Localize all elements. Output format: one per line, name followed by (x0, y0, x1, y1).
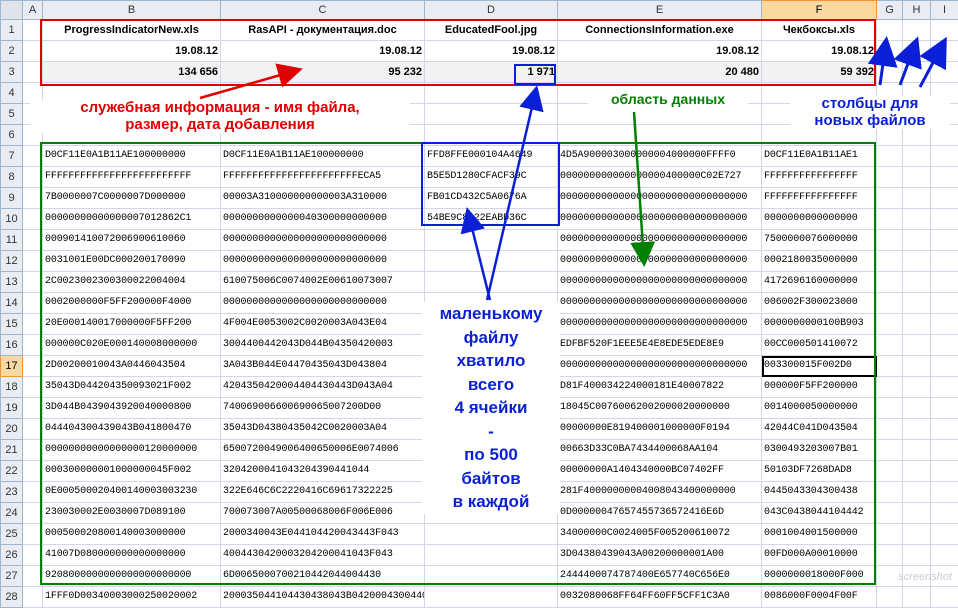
row-header[interactable]: 28 (1, 587, 23, 608)
cell[interactable]: 0032080068FF64FF60FF5CFF1C3A0 (558, 587, 762, 608)
cell[interactable] (23, 587, 43, 608)
cell[interactable] (903, 587, 931, 608)
blue-arrow-col-i (920, 42, 944, 87)
cell[interactable]: 0086000F0004F00F (762, 587, 877, 608)
service-info-label: служебная информация - имя файла, размер… (30, 100, 410, 133)
watermark: screenshot (898, 571, 952, 583)
blue-arrow-col-g (880, 42, 886, 85)
cell[interactable] (931, 587, 958, 608)
new-columns-label: столбцы для новых файлов (790, 96, 950, 129)
blue-arrow-col-h (900, 42, 916, 85)
cell[interactable]: 200035044104430438043B0420004300440 (221, 587, 425, 608)
red-arrow (200, 70, 298, 98)
table-row: 28 1FFF0D00340003000250020002200035044104… (1, 587, 958, 608)
blue-arrow-size (487, 90, 536, 300)
cell[interactable] (877, 587, 903, 608)
cell[interactable]: 1FFF0D00340003000250020002 (43, 587, 221, 608)
cell[interactable] (425, 587, 558, 608)
blue-arrow-cells (468, 212, 490, 300)
green-arrow (634, 112, 644, 262)
data-area-label: область данных (588, 92, 748, 107)
small-file-label: маленькому файлу хватило всего 4 ячейки … (422, 302, 560, 514)
